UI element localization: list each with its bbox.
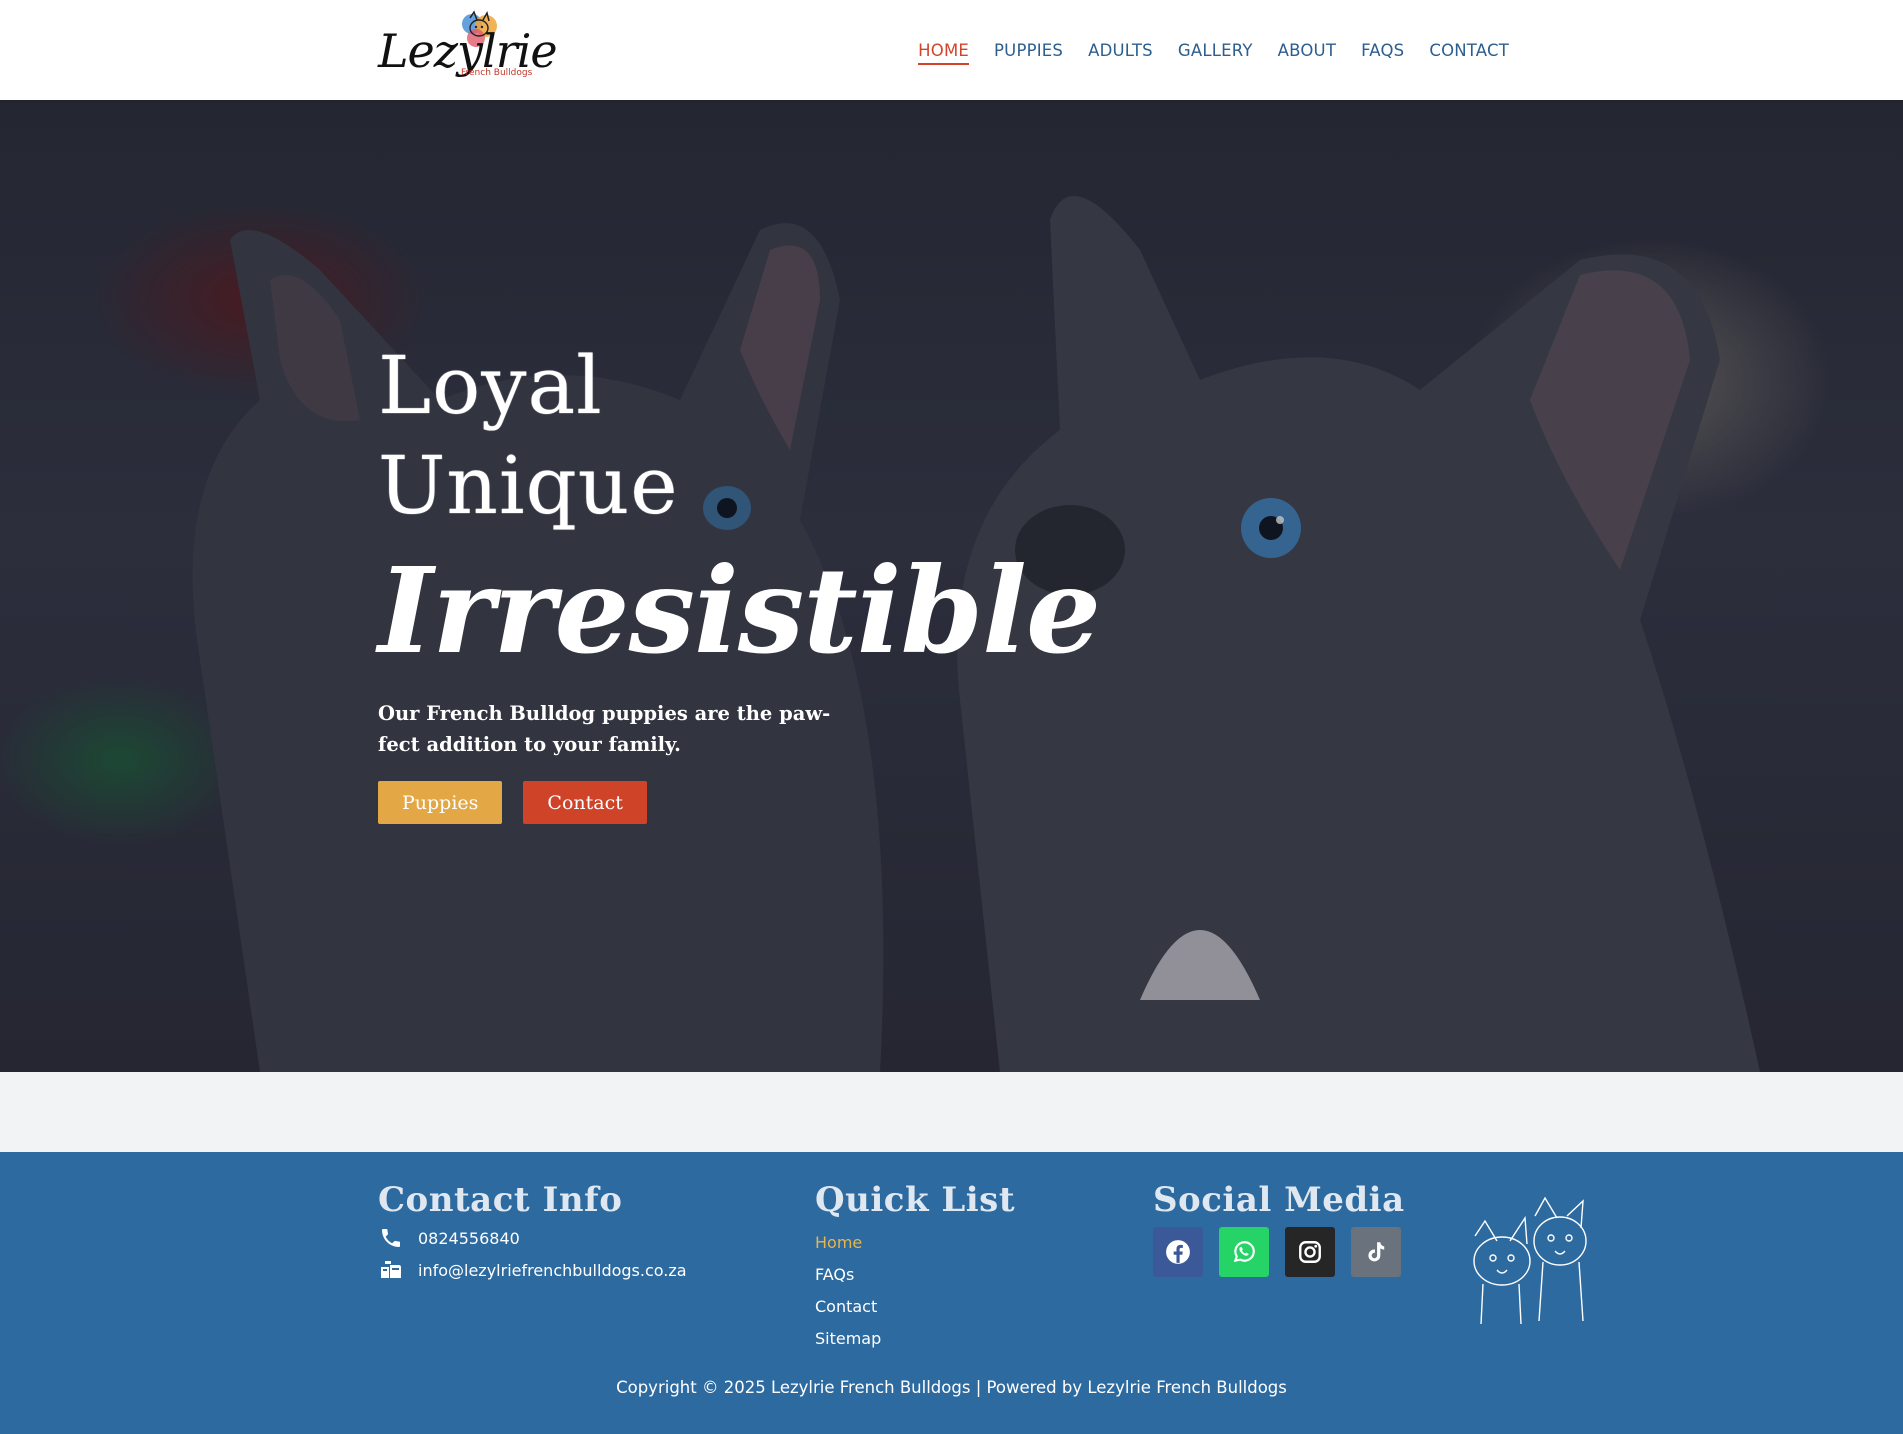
site-logo[interactable]: Lezylrie French Bulldogs (378, 6, 558, 94)
facebook-icon (1166, 1240, 1190, 1264)
phone-icon (382, 1229, 400, 1247)
nav-adults[interactable]: ADULTS (1088, 13, 1153, 88)
logo-subtitle: French Bulldogs (461, 68, 533, 78)
hero-heading-irresistible: Irresistible (378, 541, 1101, 680)
facebook-button[interactable] (1153, 1227, 1203, 1277)
instagram-button[interactable] (1285, 1227, 1335, 1277)
contact-phone[interactable]: 0824556840 (378, 1226, 520, 1250)
tiktok-button[interactable] (1351, 1227, 1401, 1277)
contact-button[interactable]: Contact (523, 781, 647, 824)
hero-heading-unique: Unique (378, 439, 679, 532)
nav-puppies[interactable]: PUPPIES (994, 13, 1063, 88)
quick-link-home[interactable]: Home (815, 1233, 862, 1252)
hero-buttons: Puppies Contact (378, 781, 1078, 824)
hero-tagline: Our French Bulldog puppies are the paw-f… (378, 702, 831, 756)
hero-banner: Loyal Unique Irresistible Our French Bul… (0, 100, 1903, 1072)
tiktok-icon (1368, 1242, 1385, 1262)
contact-email[interactable]: info@lezylriefrenchbulldogs.co.za (378, 1258, 687, 1282)
mailbox-icon (381, 1261, 401, 1278)
phone-number: 0824556840 (418, 1228, 520, 1248)
main-nav: HOME PUPPIES ADULTS GALLERY ABOUT FAQS C… (918, 0, 1509, 100)
quick-link-contact[interactable]: Contact (815, 1297, 877, 1316)
whatsapp-button[interactable] (1219, 1227, 1269, 1277)
copyright-text: Copyright © 2025 Lezylrie French Bulldog… (616, 1378, 1287, 1397)
quick-link-sitemap[interactable]: Sitemap (815, 1329, 881, 1348)
nav-home[interactable]: HOME (918, 13, 969, 88)
site-header: Lezylrie French Bulldogs HOME PUPPIES AD… (0, 0, 1903, 100)
nav-contact[interactable]: CONTACT (1429, 13, 1509, 88)
hero-content: Loyal Unique Irresistible Our French Bul… (378, 336, 1101, 824)
spacer-band (0, 1072, 1903, 1152)
bulldogs-line-art-icon (1473, 1196, 1587, 1325)
contact-info-title: Contact Info (378, 1180, 623, 1220)
nav-gallery[interactable]: GALLERY (1178, 13, 1253, 88)
quick-link-faqs[interactable]: FAQs (815, 1265, 854, 1284)
puppies-button[interactable]: Puppies (378, 781, 503, 824)
social-media-title: Social Media (1153, 1180, 1405, 1220)
whatsapp-icon (1233, 1241, 1255, 1263)
quick-list-title: Quick List (815, 1180, 1016, 1220)
nav-faqs[interactable]: FAQS (1361, 13, 1404, 88)
email-address: info@lezylriefrenchbulldogs.co.za (418, 1260, 687, 1280)
site-footer: Contact Info 0824556840 info@lezylriefre… (0, 1152, 1903, 1434)
instagram-icon (1299, 1241, 1321, 1263)
hero-heading-loyal: Loyal (378, 339, 603, 432)
nav-about[interactable]: ABOUT (1278, 13, 1336, 88)
